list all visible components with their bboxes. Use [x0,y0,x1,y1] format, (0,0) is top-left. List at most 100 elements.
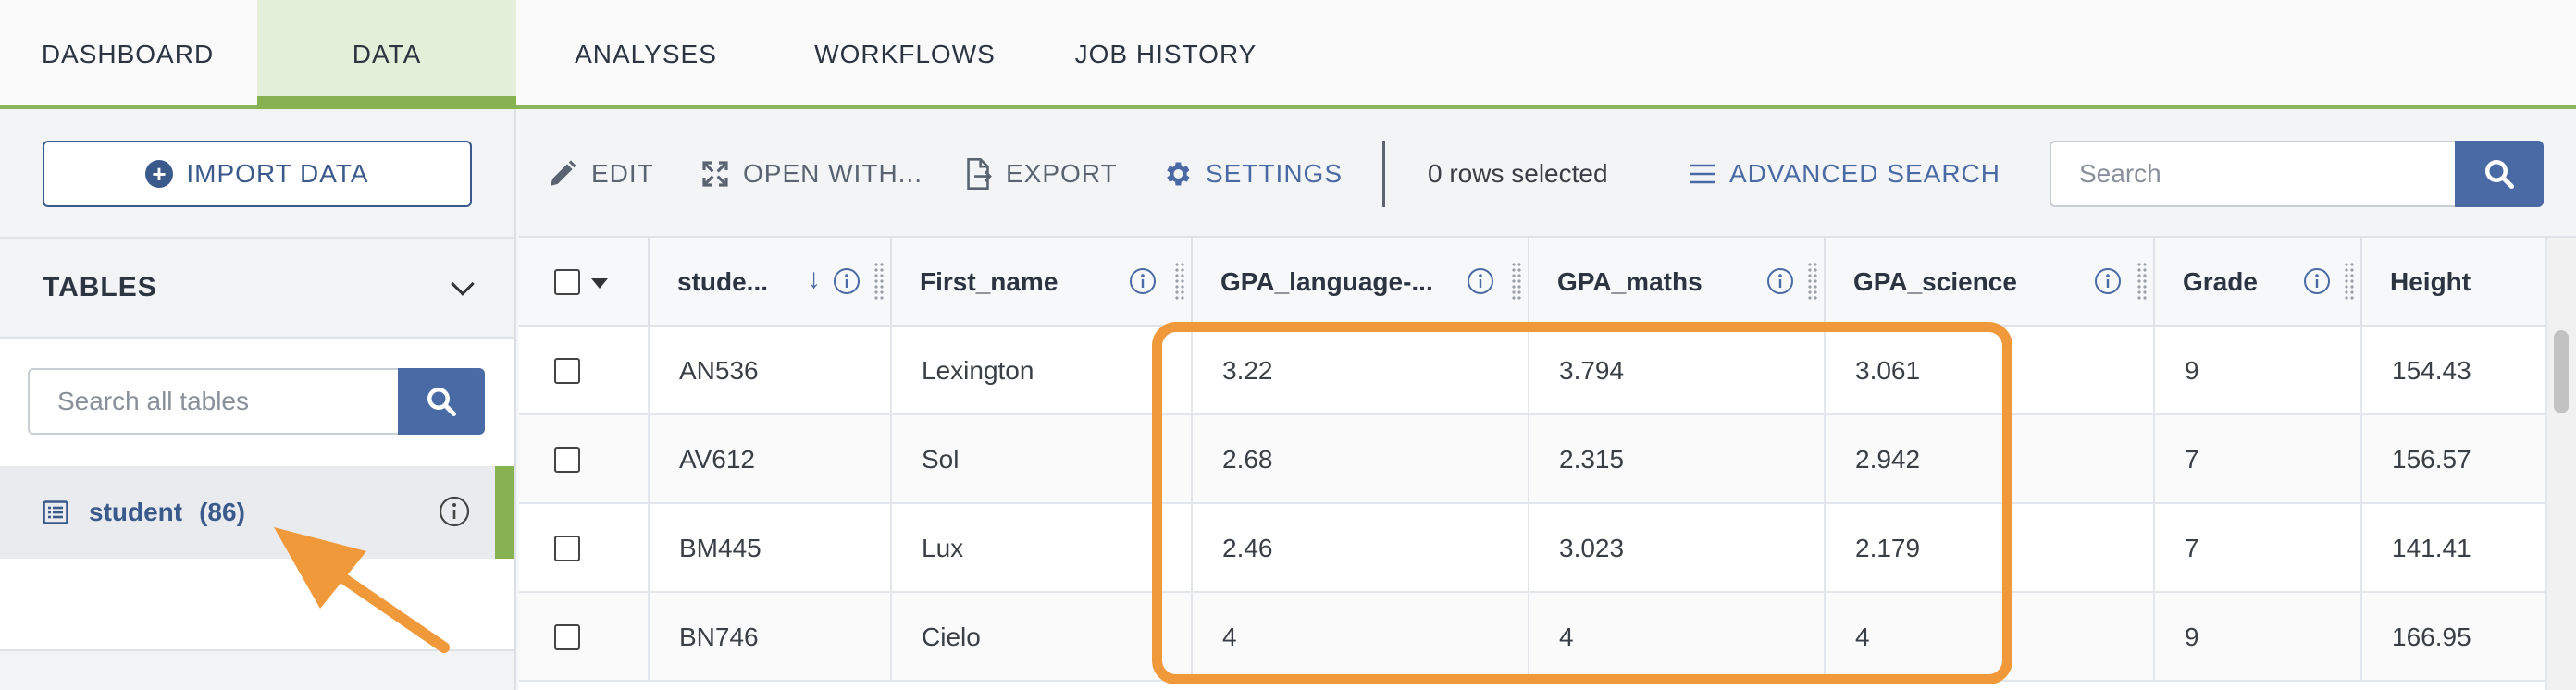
table-item-student[interactable]: student (86) [0,466,514,559]
column-label: stude... [677,267,769,296]
cell-grade[interactable]: 9 [2155,593,2362,682]
cell-first-name[interactable]: Sol [892,415,1193,504]
cell-student-id[interactable]: AV612 [650,415,892,504]
import-data-label: IMPORT DATA [186,159,369,188]
cell-gpa-maths[interactable]: 3.794 [1530,327,1826,415]
tab-label: DATA [352,40,422,68]
search-all-tables-input[interactable] [28,368,398,435]
sidebar-empty-row [0,559,514,651]
tab-dashboard[interactable]: DASHBOARD [0,0,255,105]
tab-workflows[interactable]: WORKFLOWS [796,0,1014,105]
cell-gpa-language[interactable]: 2.68 [1193,415,1530,504]
cell-gpa-language[interactable]: 2.46 [1193,504,1530,593]
toolbar: EDIT OPEN WITH... EXPORT SETTINGS 0 rows… [519,109,2576,238]
tables-section-header[interactable]: TABLES [0,237,514,339]
tab-label: WORKFLOWS [814,40,996,68]
table-row[interactable]: AV612 Sol 2.68 2.315 2.942 7 156.57 [519,415,2545,504]
table-row-count: (86) [199,498,245,526]
column-header-first-name[interactable]: First_name [892,238,1193,327]
cell-gpa-language[interactable]: 4 [1193,593,1530,682]
column-resize-handle[interactable] [1807,262,1818,302]
table-row[interactable]: BM445 Lux 2.46 3.023 2.179 7 141.41 [519,504,2545,593]
tab-label: JOB HISTORY [1074,40,1257,68]
cell-gpa-science[interactable]: 2.942 [1826,415,2155,504]
column-label: Grade [2183,267,2258,296]
cell-gpa-science[interactable]: 2.179 [1826,504,2155,593]
sort-descending-icon[interactable]: ↓ [807,264,821,295]
cell-gpa-maths[interactable]: 2.315 [1530,415,1826,504]
cell-student-id[interactable]: BM445 [650,504,892,593]
column-resize-handle[interactable] [1511,262,1522,302]
column-header-gpa-maths[interactable]: GPA_maths [1530,238,1826,327]
column-header-student-id[interactable]: stude... ↓ [650,238,892,327]
info-icon[interactable] [1467,267,1494,295]
cell-height[interactable]: 166.95 [2362,593,2545,682]
gear-icon [1167,162,1190,185]
cell-height[interactable]: 154.43 [2362,327,2545,415]
info-icon[interactable] [2303,267,2331,295]
cell-student-id[interactable]: AN536 [650,327,892,415]
column-header-gpa-science[interactable]: GPA_science [1826,238,2155,327]
grid-header: stude... ↓ First_name GPA_language-... G… [519,238,2545,327]
cell-height[interactable]: 156.57 [2362,415,2545,504]
row-checkbox[interactable] [554,358,580,384]
edit-button[interactable]: EDIT [547,109,654,238]
tab-data[interactable]: DATA [257,0,516,109]
info-icon[interactable] [1129,267,1157,295]
cell-height[interactable]: 141.41 [2362,504,2545,593]
cell-grade[interactable]: 9 [2155,327,2362,415]
row-select-cell [519,415,650,504]
vertical-scrollbar[interactable] [2545,238,2576,690]
tab-label: ANALYSES [575,40,717,68]
chevron-down-icon[interactable] [451,272,475,296]
row-select-cell [519,504,650,593]
cell-first-name[interactable]: Lux [892,504,1193,593]
table-search-button[interactable] [398,368,485,435]
column-header-gpa-language[interactable]: GPA_language-... [1193,238,1530,327]
table-search-input[interactable] [2050,141,2455,207]
row-checkbox[interactable] [554,624,580,650]
table-row[interactable]: AN536 Lexington 3.22 3.794 3.061 9 154.43 [519,327,2545,415]
column-label: First_name [920,267,1059,296]
info-icon[interactable] [1766,267,1794,295]
cell-student-id[interactable]: BN746 [650,593,892,682]
search-button[interactable] [2455,141,2544,207]
cell-gpa-maths[interactable]: 3.023 [1530,504,1826,593]
column-header-height[interactable]: Height [2362,238,2545,327]
column-resize-handle[interactable] [2344,262,2355,302]
top-navigation: DASHBOARD DATA ANALYSES WORKFLOWS JOB HI… [0,0,2576,109]
import-data-button[interactable]: + IMPORT DATA [43,141,472,207]
caret-down-icon[interactable] [591,278,608,289]
cell-gpa-science[interactable]: 4 [1826,593,2155,682]
column-resize-handle[interactable] [873,262,885,302]
export-button[interactable]: EXPORT [963,109,1118,238]
scrollbar-thumb[interactable] [2554,330,2569,413]
active-table-indicator [495,466,514,559]
cell-gpa-language[interactable]: 3.22 [1193,327,1530,415]
row-checkbox[interactable] [554,447,580,473]
cell-gpa-maths[interactable]: 4 [1530,593,1826,682]
tables-title: TABLES [43,272,157,302]
cell-gpa-science[interactable]: 3.061 [1826,327,2155,415]
open-with-button[interactable]: OPEN WITH... [700,109,923,238]
info-icon[interactable] [833,267,861,295]
export-file-icon [967,157,992,190]
row-checkbox[interactable] [554,536,580,561]
rows-selected-status: 0 rows selected [1428,158,1608,188]
column-resize-handle[interactable] [2136,262,2148,302]
cell-grade[interactable]: 7 [2155,504,2362,593]
advanced-search-button[interactable]: ADVANCED SEARCH [1689,109,2000,238]
tab-job-history[interactable]: JOB HISTORY [1064,0,1268,105]
column-resize-handle[interactable] [1174,262,1185,302]
table-row[interactable]: BN746 Cielo 4 4 4 9 166.95 [519,593,2545,682]
select-all-checkbox[interactable] [554,269,580,295]
tab-analyses[interactable]: ANALYSES [546,0,746,105]
info-icon[interactable] [439,496,470,527]
table-list-icon [43,500,68,524]
settings-button[interactable]: SETTINGS [1161,109,1343,238]
cell-grade[interactable]: 7 [2155,415,2362,504]
cell-first-name[interactable]: Cielo [892,593,1193,682]
info-icon[interactable] [2094,267,2122,295]
cell-first-name[interactable]: Lexington [892,327,1193,415]
column-header-grade[interactable]: Grade [2155,238,2362,327]
